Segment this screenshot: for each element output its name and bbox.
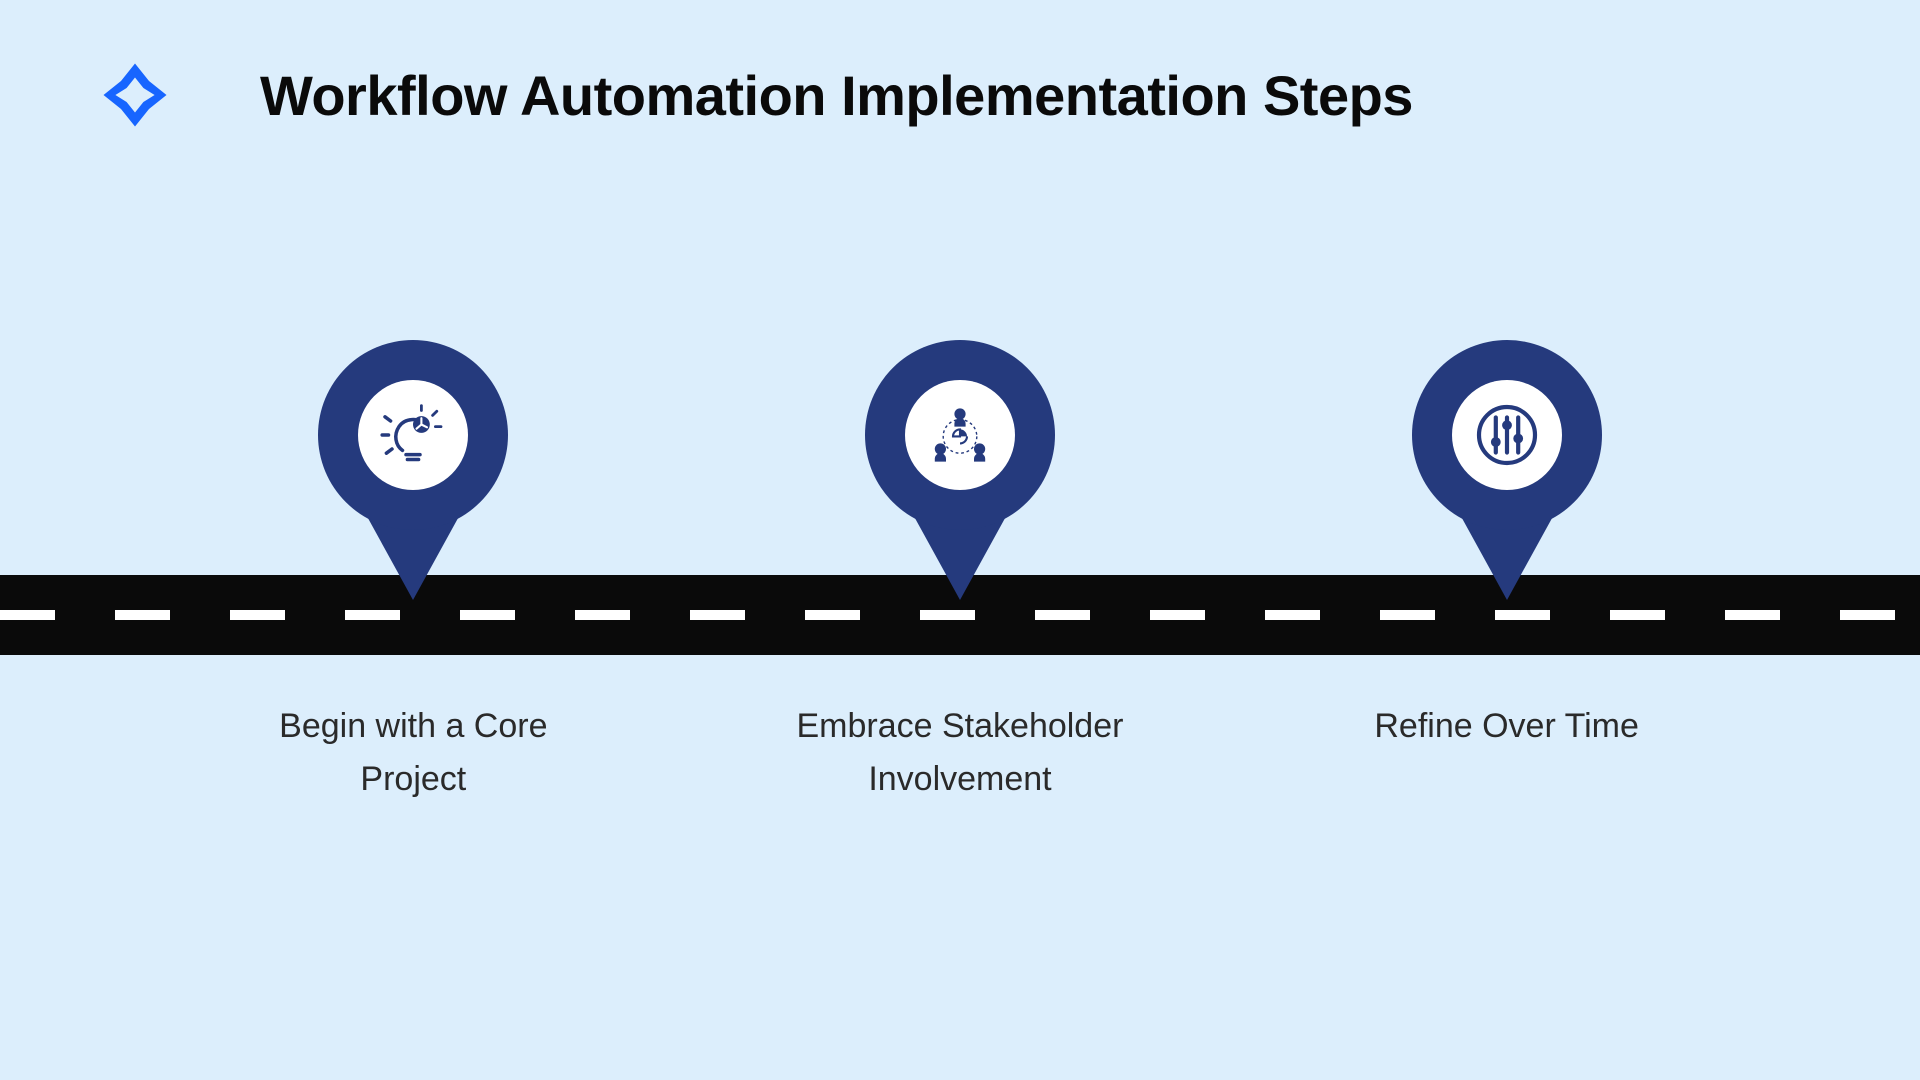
sliders-icon [1452,380,1562,490]
header: Workflow Automation Implementation Steps [0,0,1920,130]
idea-gear-icon [358,380,468,490]
map-pin [1412,340,1602,600]
map-pin [865,340,1055,600]
team-network-icon [905,380,1015,490]
steps-row: Begin with a Core Project [0,340,1920,805]
step-2: Embrace Stakeholder Involvement [770,340,1150,805]
step-3: Refine Over Time [1317,340,1697,805]
step-1: Begin with a Core Project [223,340,603,805]
logo-icon [100,60,170,130]
step-label: Embrace Stakeholder Involvement [770,700,1150,805]
step-label: Refine Over Time [1374,700,1639,753]
page-title: Workflow Automation Implementation Steps [260,63,1413,128]
map-pin [318,340,508,600]
step-label: Begin with a Core Project [223,700,603,805]
